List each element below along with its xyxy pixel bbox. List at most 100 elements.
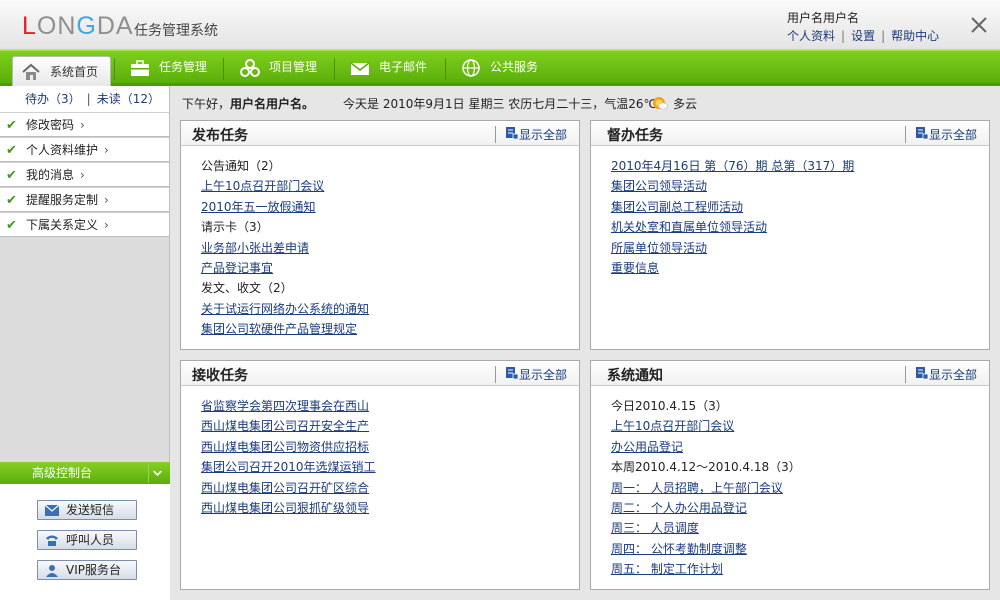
check-icon: ✔ [6, 168, 17, 183]
list-item[interactable]: 机关处室和直属单位领导活动 [611, 217, 854, 237]
list-item[interactable]: 办公用品登记 [611, 437, 801, 457]
user-icon [46, 565, 58, 577]
list-item[interactable]: 集团公司召开2010年选煤运销工 [201, 457, 376, 477]
list-item[interactable]: 集团公司软硬件产品管理规定 [201, 319, 369, 339]
list-item[interactable]: 产品登记事宜 [201, 258, 369, 278]
chevron-down-icon[interactable] [148, 464, 166, 482]
show-all-label: 显示全部 [518, 368, 567, 382]
show-all-button[interactable]: 显示全部 [494, 366, 567, 383]
show-all-label: 显示全部 [928, 368, 977, 382]
tab-public-services-label: 公共服务 [490, 60, 539, 74]
list-item[interactable]: 上午10点召开部门会议 [201, 176, 369, 196]
list-item[interactable]: 周五： 制定工作计划 [611, 559, 801, 579]
close-icon[interactable] [968, 14, 990, 36]
show-all-button[interactable]: 显示全部 [494, 126, 567, 143]
sidebar-item-profile[interactable]: ✔ 个人资料维护 › [0, 137, 169, 162]
list-item[interactable]: 关于试运行网络办公系统的通知 [201, 299, 369, 319]
app-header: LONGDA 任务管理系统 用户名用户名 个人资料 | 设置 | 帮助中心 [0, 0, 1000, 50]
main-nav: 系统首页 任务管理 项目管理 电子邮件 公共服务 [0, 50, 1000, 87]
list-item[interactable]: 周二： 个人办公用品登记 [611, 498, 801, 518]
unread-link[interactable]: 未读（12） [97, 92, 160, 106]
sidebar-item-label: 修改密码 [26, 118, 75, 132]
panel-header: 系统通知 显示全部 [591, 361, 989, 386]
advanced-console-panel: 发送短信 呼叫人员 VIP服务台 [0, 484, 170, 600]
tab-email[interactable]: 电子邮件 [350, 51, 427, 84]
settings-link[interactable]: 设置 [851, 29, 875, 43]
notice-list: 今日2010.4.15（3） 上午10点召开部门会议 办公用品登记 本周2010… [611, 396, 801, 580]
publish-list: 公告通知（2） 上午10点召开部门会议 2010年五一放假通知 请示卡（3） 业… [201, 156, 369, 340]
list-item[interactable]: 集团公司领导活动 [611, 176, 854, 196]
check-icon: ✔ [6, 118, 17, 133]
list-item[interactable]: 上午10点召开部门会议 [611, 416, 801, 436]
list-icon [915, 367, 928, 379]
list-item[interactable]: 2010年4月16日 第（76）期 总第（317）期 [611, 156, 854, 176]
tab-projects-label: 项目管理 [269, 60, 318, 74]
receive-list: 省监察学会第四次理事会在西山 西山煤电集团公司召开安全生产 西山煤电集团公司物资… [201, 396, 376, 518]
weather-sunny-cloudy-icon [653, 97, 668, 110]
tab-public-services[interactable]: 公共服务 [461, 51, 538, 84]
nav-divider [223, 58, 224, 80]
panel-title: 发布任务 [192, 128, 248, 144]
list-item[interactable]: 2010年五一放假通知 [201, 197, 369, 217]
panel-receive-tasks: 接收任务 显示全部 省监察学会第四次理事会在西山 西山煤电集团公司召开安全生产 … [180, 360, 580, 590]
list-item[interactable]: 集团公司副总工程师活动 [611, 197, 854, 217]
list-icon [505, 367, 518, 379]
sidebar: 待办（3） | 未读（12） ✔ 修改密码 › ✔ 个人资料维护 › ✔ 我的消息 › ✔ 提醒服… [0, 86, 170, 600]
today-info: 今天是 2010年9月1日 星期三 农历七月二十三，气温26℃ [343, 97, 657, 111]
sidebar-item-reminders[interactable]: ✔ 提醒服务定制 › [0, 187, 169, 212]
sidebar-item-messages[interactable]: ✔ 我的消息 › [0, 162, 169, 187]
home-icon [22, 63, 40, 80]
show-all-label: 显示全部 [928, 128, 977, 142]
project-icon [240, 58, 260, 77]
nav-divider [114, 58, 115, 80]
list-item[interactable]: 周一： 人员招聘，上午部门会议 [611, 478, 801, 498]
advanced-console-header: 高级控制台 [0, 462, 170, 484]
sidebar-item-label: 提醒服务定制 [26, 193, 99, 207]
todo-link[interactable]: 待办（3） [25, 92, 81, 106]
help-link[interactable]: 帮助中心 [891, 29, 939, 43]
user-name: 用户名用户名 [787, 11, 860, 25]
check-icon: ✔ [6, 218, 17, 233]
list-item: 本周2010.4.12～2010.4.18（3） [611, 460, 801, 475]
chevron-right-icon: › [80, 168, 85, 182]
tab-email-label: 电子邮件 [379, 60, 428, 74]
sidebar-item-change-password[interactable]: ✔ 修改密码 › [0, 112, 169, 137]
briefcase-icon [131, 59, 149, 76]
user-links: 个人资料 | 设置 | 帮助中心 [787, 29, 940, 43]
tab-projects[interactable]: 项目管理 [240, 51, 317, 84]
phone-icon [46, 535, 58, 546]
mail-icon [350, 61, 370, 75]
call-staff-button[interactable]: 呼叫人员 [37, 530, 137, 550]
sidebar-item-subordinates[interactable]: ✔ 下属关系定义 › [0, 212, 169, 237]
list-item[interactable]: 西山煤电集团公司召开矿区综合 [201, 478, 376, 498]
weather-text: 多云 [673, 97, 698, 111]
show-all-button[interactable]: 显示全部 [904, 366, 977, 383]
list-item[interactable]: 周三： 人员调度 [611, 518, 801, 538]
envelope-icon [44, 504, 60, 516]
show-all-button[interactable]: 显示全部 [904, 126, 977, 143]
panel-title: 督办任务 [607, 128, 663, 144]
profile-link[interactable]: 个人资料 [787, 29, 835, 43]
chevron-right-icon: › [104, 143, 109, 157]
list-item[interactable]: 重要信息 [611, 258, 854, 278]
list-item[interactable]: 所属单位领导活动 [611, 238, 854, 258]
panel-header: 督办任务 显示全部 [591, 121, 989, 146]
logo: LONGDA [22, 12, 134, 40]
list-item[interactable]: 西山煤电集团公司狠抓矿级领导 [201, 498, 376, 518]
list-item[interactable]: 西山煤电集团公司物资供应招标 [201, 437, 376, 457]
tab-home[interactable]: 系统首页 [12, 56, 112, 87]
panel-system-notices: 系统通知 显示全部 今日2010.4.15（3） 上午10点召开部门会议 办公用… [590, 360, 990, 590]
check-icon: ✔ [6, 143, 17, 158]
list-item: 公告通知（2） [201, 159, 281, 173]
list-item[interactable]: 业务部小张出差申请 [201, 238, 369, 258]
list-item[interactable]: 西山煤电集团公司召开安全生产 [201, 416, 376, 436]
tab-tasks[interactable]: 任务管理 [130, 51, 207, 84]
list-item[interactable]: 省监察学会第四次理事会在西山 [201, 396, 376, 416]
send-sms-button[interactable]: 发送短信 [37, 500, 137, 520]
vip-service-button[interactable]: VIP服务台 [37, 560, 137, 580]
vip-service-label: VIP服务台 [66, 563, 121, 577]
greeting-user: 用户名用户名。 [230, 97, 315, 111]
chevron-right-icon: › [104, 218, 109, 232]
panel-title: 接收任务 [192, 368, 248, 384]
list-item[interactable]: 周四： 公怀考勤制度调整 [611, 539, 801, 559]
